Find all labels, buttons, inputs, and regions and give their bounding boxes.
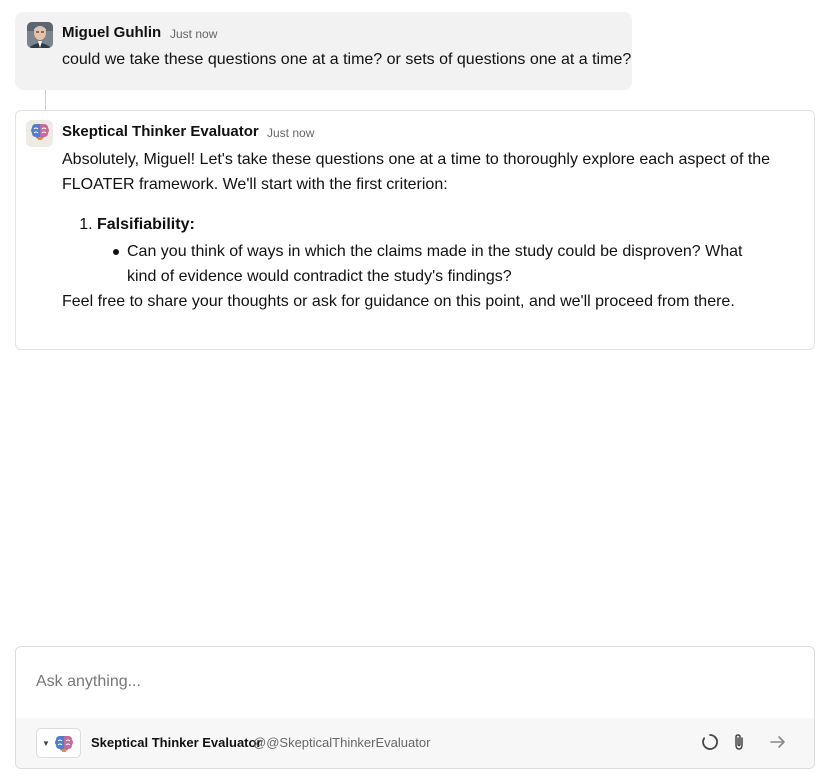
criterion-heading: Falsifiability:	[97, 216, 195, 233]
bot-message-body: Absolutely, Miguel! Let's take these que…	[62, 147, 772, 314]
bot-message: Skeptical Thinker Evaluator Just now Abs…	[15, 110, 815, 350]
selected-bot-handle: @@SkepticalThinkerEvaluator	[253, 735, 431, 750]
chevron-down-icon: ▼	[42, 738, 50, 748]
selected-bot-name: Skeptical Thinker Evaluator	[91, 735, 262, 750]
user-name: Miguel Guhlin	[62, 24, 162, 41]
composer-toolbar: ▼ Skeptical Thinker Evaluator @@Skeptica…	[16, 718, 814, 768]
loading-icon[interactable]	[699, 731, 721, 753]
brain-icon	[51, 730, 77, 756]
user-message-text: could we take these questions one at a t…	[62, 51, 632, 68]
bot-timestamp: Just now	[267, 126, 315, 140]
bot-name: Skeptical Thinker Evaluator	[62, 123, 259, 140]
criterion-bullets: Can you think of ways in which the claim…	[97, 239, 772, 289]
user-timestamp: Just now	[170, 27, 218, 41]
bot-selector-button[interactable]: ▼	[36, 728, 81, 758]
message-input[interactable]	[36, 669, 776, 695]
user-avatar[interactable]	[27, 22, 53, 48]
bot-intro-text: Absolutely, Miguel! Let's take these que…	[62, 151, 771, 193]
thread-connector	[45, 90, 46, 111]
criterion-bullet-text: Can you think of ways in which the claim…	[127, 243, 743, 285]
criteria-list: Falsifiability: Can you think of ways in…	[62, 212, 772, 289]
user-message: Miguel Guhlin Just now could we take the…	[15, 12, 632, 90]
bot-avatar[interactable]	[26, 120, 53, 147]
criterion-bullet: Can you think of ways in which the claim…	[113, 239, 772, 289]
criteria-list-item: Falsifiability: Can you think of ways in…	[97, 212, 772, 289]
brain-icon	[30, 121, 50, 146]
arrow-right-icon[interactable]	[767, 731, 789, 753]
bot-closing-text: Feel free to share your thoughts or ask …	[62, 293, 735, 310]
composer: ▼ Skeptical Thinker Evaluator @@Skeptica…	[15, 646, 815, 769]
paperclip-icon[interactable]	[728, 731, 750, 753]
bullet-dot	[113, 249, 119, 255]
